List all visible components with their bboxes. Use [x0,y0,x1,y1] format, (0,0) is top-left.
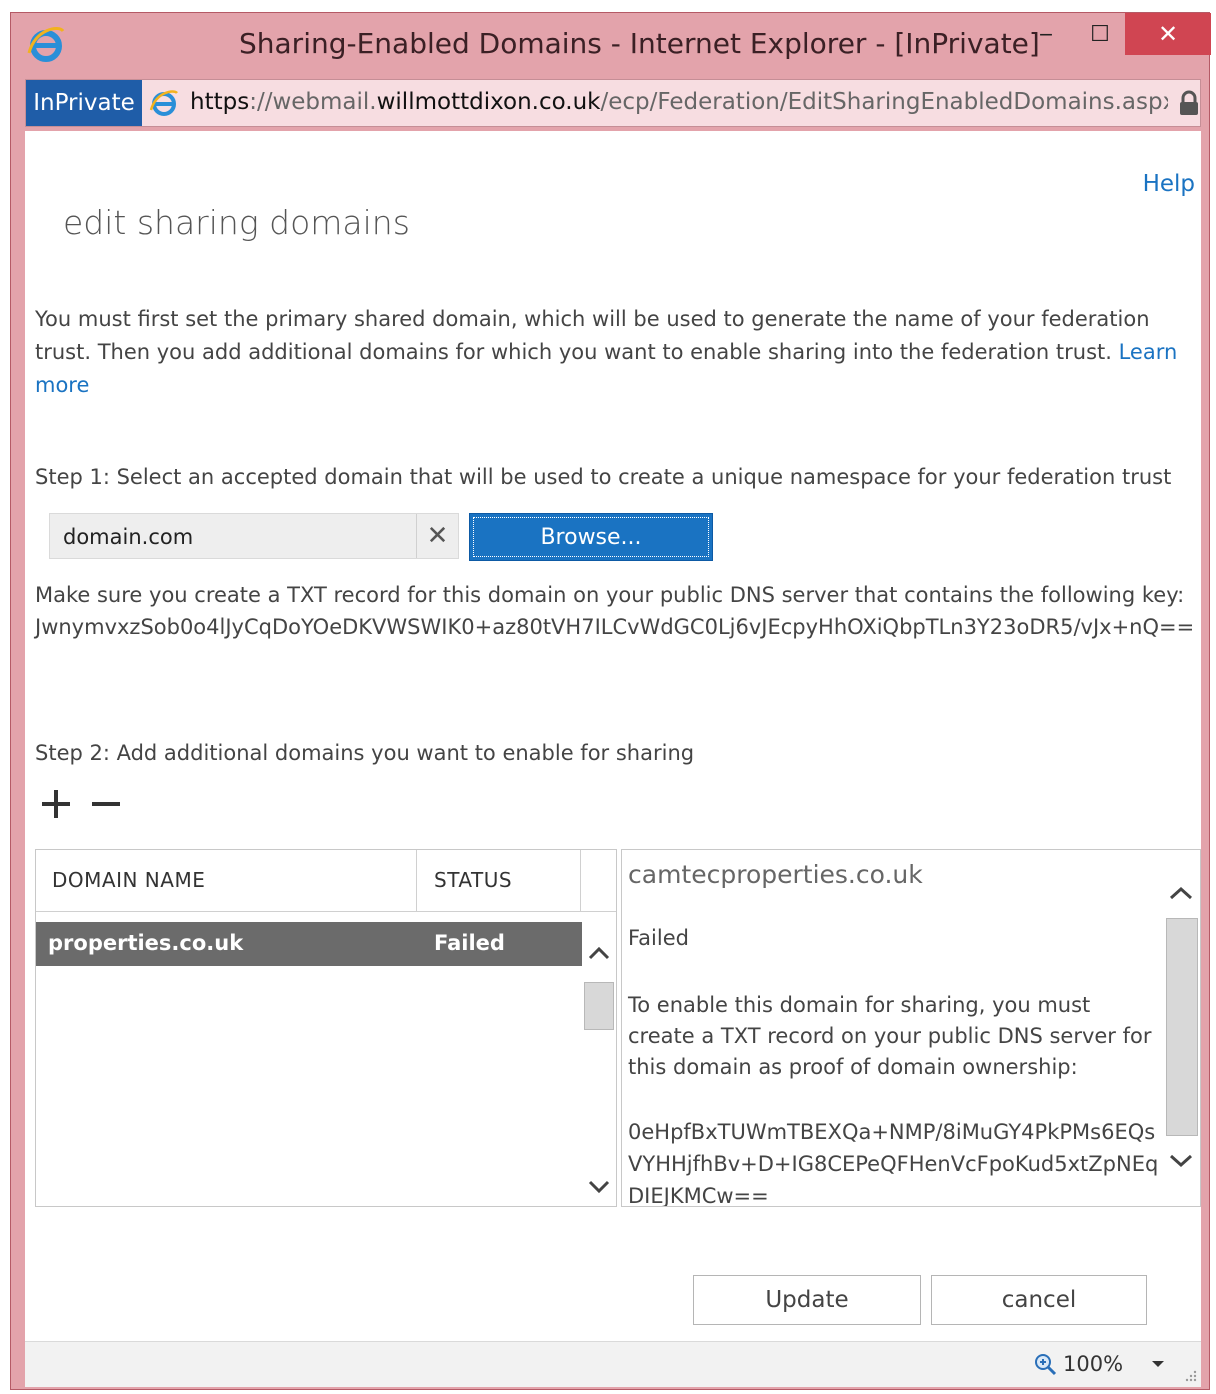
minimize-button[interactable]: ‒ [1021,13,1071,55]
column-header-status[interactable]: STATUS [434,868,512,892]
url-prefix: ://webmail. [249,89,377,115]
browse-button[interactable]: Browse... [469,513,713,561]
scroll-up-icon[interactable] [582,938,616,968]
accepted-domain-value: domain.com [63,525,194,549]
close-icon: ✕ [1157,20,1179,48]
lock-icon[interactable] [1178,90,1200,116]
status-bar: 100% [25,1341,1201,1387]
details-domain-title: camtecproperties.co.uk [628,860,923,889]
sharing-domains-list: DOMAIN NAME STATUS properties.co.uk Fail… [35,849,617,1207]
details-scrollbar[interactable] [1164,874,1200,1174]
inprivate-badge: InPrivate [26,80,142,126]
remove-domain-button[interactable] [89,787,123,821]
url-path: /ecp/Federation/EditSharingEnabledDomain… [600,89,1168,115]
zoom-icon[interactable] [1033,1352,1057,1376]
address-bar[interactable]: InPrivate https://webmail.willmottdixon.… [25,79,1201,127]
scrollbar-thumb[interactable] [584,982,614,1030]
help-link[interactable]: Help [1143,171,1195,197]
scroll-down-icon[interactable] [582,1172,616,1202]
resize-grip-icon[interactable] [1183,1368,1197,1382]
zoom-level[interactable]: 100% [1063,1352,1123,1376]
add-domain-button[interactable] [39,787,73,821]
txt-record-instruction: Make sure you create a TXT record for th… [35,583,1185,607]
intro-body: You must first set the primary shared do… [35,307,1150,364]
page-title: edit sharing domains [63,203,410,242]
dialog-content: Help edit sharing domains You must first… [25,131,1201,1341]
cancel-button[interactable]: cancel [931,1275,1147,1325]
internet-explorer-icon [27,27,65,62]
column-divider [416,850,417,912]
step2-label: Step 2: Add additional domains you want … [35,741,695,765]
site-icon [149,90,178,116]
step1-label: Step 1: Select an accepted domain that w… [35,465,1172,489]
txt-record-key: JwnymvxzSob0o4lJyCqDoYOeDKVWSWIK0+az80tV… [35,615,1195,639]
url-domain: willmottdixon.co.uk [376,89,601,115]
column-header-domain-name[interactable]: DOMAIN NAME [52,868,205,892]
row-status: Failed [434,931,505,955]
list-scrollbar[interactable] [582,932,616,1206]
details-txt-key: 0eHpfBxTUWmTBEXQa+NMP/8iMuGY4PkPMs6EQsVY… [628,1120,1159,1207]
clear-domain-button[interactable]: ✕ [416,514,458,558]
clear-icon: ✕ [426,521,449,551]
title-bar: Sharing-Enabled Domains - Internet Explo… [11,13,1211,77]
url-scheme: https [190,89,250,115]
maximize-button[interactable]: ☐ [1073,13,1127,55]
column-divider [580,850,581,912]
minimize-icon: ‒ [1039,21,1053,47]
details-status: Failed [628,926,689,950]
intro-text: You must first set the primary shared do… [35,303,1195,402]
details-instructions: To enable this domain for sharing, you m… [628,993,1152,1079]
update-button[interactable]: Update [693,1275,921,1325]
scrollbar-thumb[interactable] [1166,918,1198,1136]
url-text[interactable]: https://webmail.willmottdixon.co.uk/ecp/… [190,89,1168,115]
domain-details-pane: camtecproperties.co.uk Failed To enable … [621,849,1201,1207]
list-header: DOMAIN NAME STATUS [36,850,616,912]
scroll-up-icon[interactable] [1164,878,1198,908]
scroll-down-icon[interactable] [1164,1146,1198,1176]
maximize-icon: ☐ [1090,21,1110,47]
window-title: Sharing-Enabled Domains - Internet Explo… [239,27,1040,60]
row-domain-name: properties.co.uk [48,931,244,955]
txt-record-note: Make sure you create a TXT record for th… [35,579,1199,643]
close-button[interactable]: ✕ [1125,13,1211,55]
accepted-domain-field[interactable]: domain.com ✕ [49,513,459,559]
browser-window: Sharing-Enabled Domains - Internet Explo… [10,12,1211,1390]
table-row[interactable]: properties.co.uk Failed [36,922,582,966]
chevron-down-icon[interactable] [1149,1350,1167,1378]
